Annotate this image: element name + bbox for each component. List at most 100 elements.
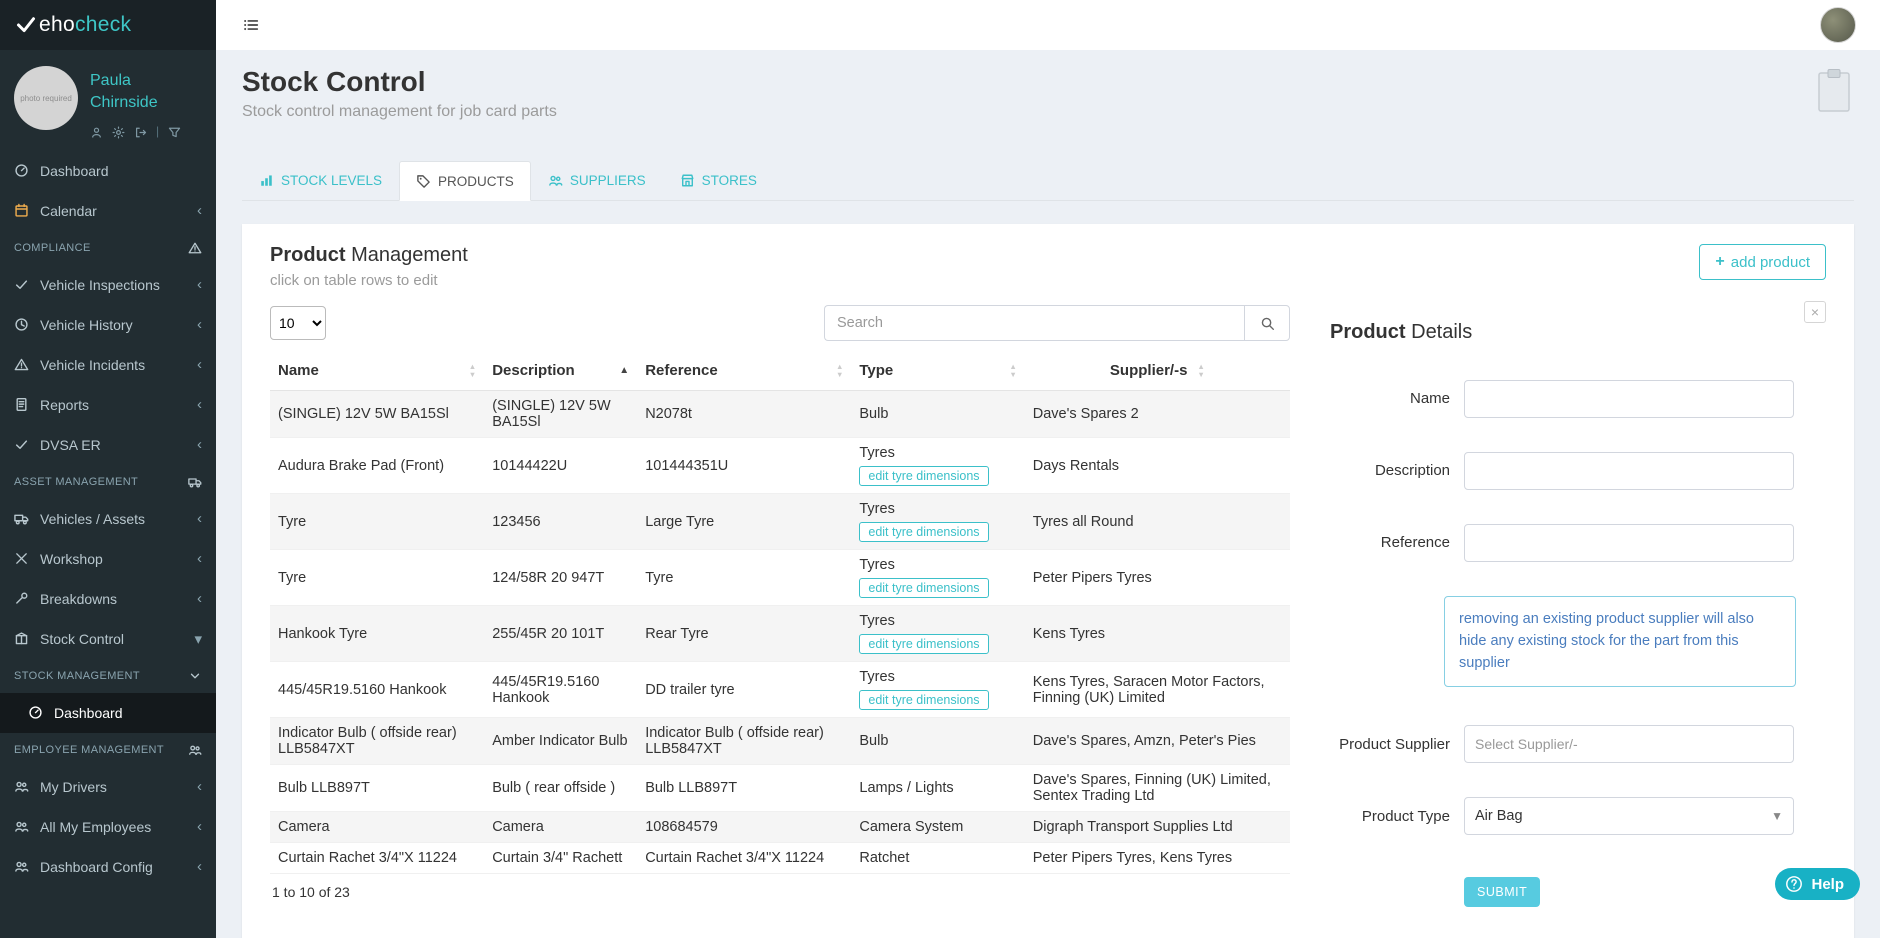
add-product-button[interactable]: + add product — [1699, 244, 1826, 280]
sidebar-item-calendar[interactable]: Calendar ‹ — [0, 191, 216, 231]
table-row[interactable]: Tyre 124/58R 20 947T Tyre Tyres edit tyre di… — [270, 549, 1290, 606]
edit-tyre-dimensions-button[interactable]: edit tyre dimensions — [859, 578, 989, 598]
sidebar-menu: Dashboard Calendar ‹ COMPLIANCE Vehicle Insp… — [0, 151, 216, 938]
column-header-name[interactable]: Name ▲ ▼ — [270, 351, 485, 391]
doc-icon — [16, 398, 27, 412]
search-button[interactable] — [1244, 305, 1290, 341]
cell-type: Camera System — [851, 811, 1025, 843]
sidebar-item-vehicle-incidents[interactable]: Vehicle Incidents ‹ — [0, 345, 216, 385]
profile-divider: | — [156, 124, 160, 139]
section-label: COMPLIANCE — [14, 241, 91, 254]
cell-suppliers: Dave's Spares, Finning (UK) Limited, Sen… — [1024, 764, 1290, 812]
table-row[interactable]: Audura Brake Pad (Front) 10144422U 1014443… — [270, 437, 1290, 494]
cell-type-text: Bulb — [859, 406, 889, 422]
table-row[interactable]: Camera Camera 108684579 Camera System Digrap… — [270, 811, 1290, 843]
sort-icon: ▲ ▼ — [1009, 362, 1017, 379]
column-header-reference[interactable]: Reference ▲ ▼ — [637, 351, 852, 391]
column-label: Description — [492, 362, 575, 379]
table-row[interactable]: (SINGLE) 12V 5W BA15Sl (SINGLE) 12V 5W BA… — [270, 390, 1290, 438]
profile-user-icon[interactable] — [90, 124, 103, 139]
sidebar-item-label: Vehicle History — [40, 316, 133, 333]
product-supplier-input[interactable] — [1464, 725, 1794, 764]
clock-icon — [15, 318, 28, 331]
search-input[interactable] — [824, 305, 1244, 341]
warning-icon — [188, 242, 202, 254]
cell-reference: N2078t — [637, 390, 852, 438]
cell-description: Curtain 3/4" Rachett — [484, 842, 638, 874]
content: Stock Control Stock control management f… — [216, 50, 1880, 938]
table-row[interactable]: Indicator Bulb ( offside rear) LLB5847XT… — [270, 717, 1290, 765]
submit-button[interactable]: SUBMIT — [1464, 877, 1541, 908]
cell-reference: Tyre — [637, 549, 852, 606]
description-input[interactable] — [1464, 452, 1794, 490]
close-icon[interactable]: × — [1804, 301, 1826, 323]
cell-type-text: Bulb — [859, 733, 889, 749]
cell-type-text: Tyres — [859, 445, 895, 461]
sidebar-item-workshop[interactable]: Workshop ‹ — [0, 539, 216, 579]
table-row[interactable]: Curtain Rachet 3/4"X 11224 Curtain 3/4" R… — [270, 842, 1290, 874]
chevron-left-icon: ‹ — [197, 356, 202, 374]
sidebar-item-dashboard[interactable]: Dashboard — [0, 151, 216, 191]
sidebar-item-vehicle-history[interactable]: Vehicle History ‹ — [0, 305, 216, 345]
column-header-supplier-s[interactable]: Supplier/-s ▲ ▼ — [1024, 351, 1290, 391]
table-row[interactable]: Hankook Tyre 255/45R 20 101T Rear Tyre Tyre… — [270, 605, 1290, 662]
sidebar-item-dashboard-config[interactable]: Dashboard Config ‹ — [0, 847, 216, 887]
profile-name: Paula Chirnside — [90, 72, 158, 112]
cell-name: Audura Brake Pad (Front) — [270, 437, 485, 494]
sidebar-item-dashboard[interactable]: Dashboard — [0, 692, 216, 733]
chevdown-icon — [190, 673, 200, 679]
sidebar-toggle[interactable] — [242, 16, 260, 34]
tab-suppliers[interactable]: SUPPLIERS — [531, 161, 663, 200]
profile-logout-icon[interactable] — [134, 124, 147, 139]
sort-asc-icon: ▲ — [619, 365, 630, 376]
help-button[interactable]: Help — [1775, 868, 1860, 900]
cell-type: Bulb — [851, 717, 1025, 765]
column-header-description[interactable]: Description ▲ — [484, 351, 638, 391]
table-row[interactable]: Bulb LLB897T Bulb ( rear offside ) Bulb LL… — [270, 764, 1290, 812]
sidebar-item-reports[interactable]: Reports ‹ — [0, 385, 216, 425]
cell-suppliers: Kens Tyres — [1024, 605, 1290, 662]
brand-logo[interactable]: ehocheck — [0, 0, 216, 50]
reference-input[interactable] — [1464, 524, 1794, 562]
brand-check-icon — [17, 17, 35, 33]
description-label: Description — [1374, 462, 1450, 480]
column-header-type[interactable]: Type ▲ ▼ — [851, 351, 1025, 391]
chevron-left-icon: ‹ — [197, 316, 202, 334]
profile-avatar[interactable]: photo required — [14, 66, 78, 130]
sidebar-item-vehicles-assets[interactable]: Vehicles / Assets ‹ — [0, 499, 216, 539]
edit-tyre-dimensions-button[interactable]: edit tyre dimensions — [859, 690, 989, 710]
profile-settings-icon[interactable] — [112, 124, 125, 139]
topbar-avatar[interactable] — [1820, 7, 1856, 43]
sidebar-item-breakdowns[interactable]: Breakdowns ‹ — [0, 579, 216, 619]
profile-filter-icon[interactable] — [168, 124, 181, 139]
sidebar-item-stock-control[interactable]: Stock Control ▾ — [0, 619, 216, 659]
sidebar-item-dvsa-er[interactable]: DVSA ER ‹ — [0, 425, 216, 465]
name-input[interactable] — [1464, 380, 1794, 418]
product-type-select[interactable]: Air Bag ▼ — [1464, 797, 1794, 836]
cell-suppliers: Tyres all Round — [1024, 493, 1290, 550]
cell-name: (SINGLE) 12V 5W BA15Sl — [270, 390, 485, 438]
sidebar-item-my-drivers[interactable]: My Drivers ‹ — [0, 767, 216, 807]
section-label: STOCK MANAGEMENT — [14, 669, 140, 682]
page-size-select[interactable]: 10 — [270, 306, 326, 340]
edit-tyre-dimensions-button[interactable]: edit tyre dimensions — [859, 634, 989, 654]
name-field-row: Name — [1330, 380, 1826, 418]
tab-stock-levels[interactable]: STOCK LEVELS — [242, 161, 399, 200]
table-row[interactable]: 445/45R19.5160 Hankook 445/45R19.5160 Han… — [270, 661, 1290, 718]
question-icon — [1786, 876, 1803, 892]
chevron-left-icon: ‹ — [197, 202, 202, 220]
sidebar-item-label: DVSA ER — [40, 436, 101, 453]
tab-stores[interactable]: STORES — [663, 161, 774, 200]
sidebar-item-vehicle-inspections[interactable]: Vehicle Inspections ‹ — [0, 265, 216, 305]
tab-products[interactable]: PRODUCTS — [399, 161, 531, 201]
edit-tyre-dimensions-button[interactable]: edit tyre dimensions — [859, 466, 989, 486]
cell-description: Camera — [484, 811, 638, 843]
table-row[interactable]: Tyre 123456 Large Tyre Tyres edit tyre dimen… — [270, 493, 1290, 550]
table-zone: 10 Name▲▼ Description ▲ Reference▲▼Type▲▼Su… — [270, 291, 1290, 907]
sidebar-item-all-my-employees[interactable]: All My Employees ‹ — [0, 807, 216, 847]
edit-tyre-dimensions-button[interactable]: edit tyre dimensions — [859, 522, 989, 542]
chevron-left-icon: ‹ — [197, 858, 202, 876]
cell-suppliers: Dave's Spares 2 — [1024, 390, 1290, 438]
product-management-title: Product Management — [270, 244, 468, 266]
cell-type-text: Camera System — [859, 819, 964, 835]
